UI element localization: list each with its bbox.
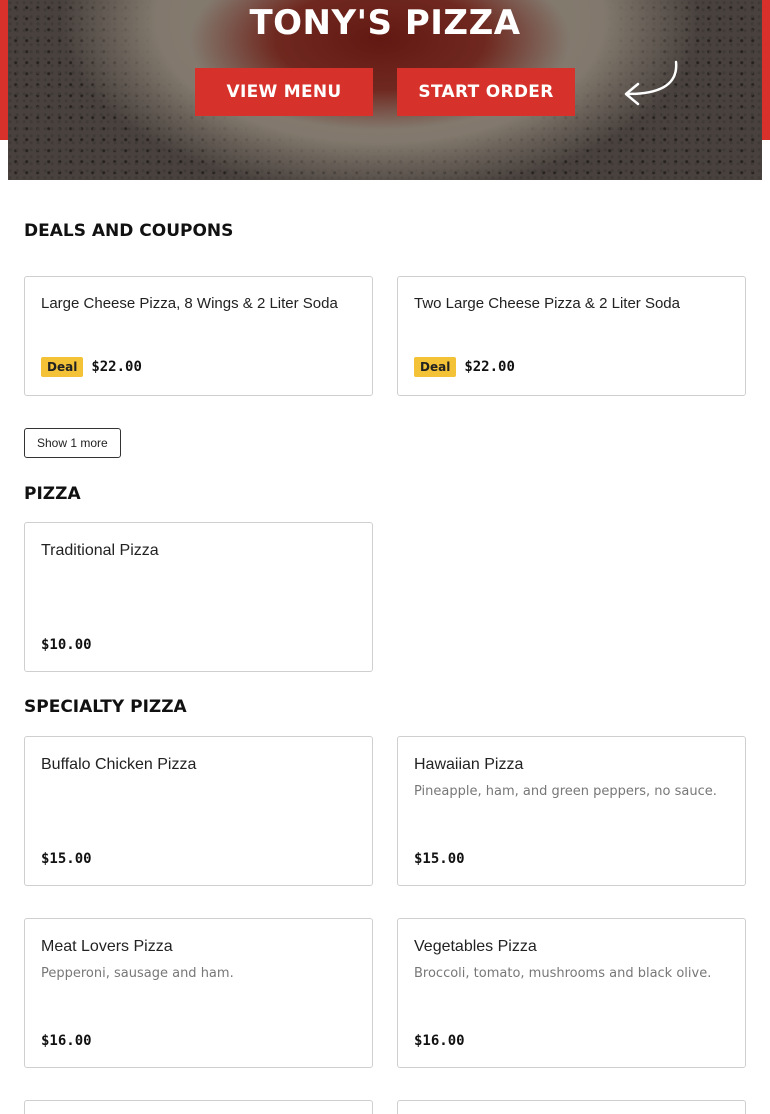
curved-arrow-icon [624,60,678,106]
menu-item-description: Broccoli, tomato, mushrooms and black ol… [414,966,712,981]
menu-item-card[interactable] [24,1100,373,1114]
menu-item-card[interactable]: Buffalo Chicken Pizza $15.00 [24,736,373,886]
view-menu-button[interactable]: VIEW MENU [195,68,373,116]
menu-item-name: Buffalo Chicken Pizza [41,756,197,773]
hero-accent-right [762,0,770,140]
start-order-button[interactable]: START ORDER [397,68,575,116]
menu-item-card[interactable]: Meat Lovers Pizza Pepperoni, sausage and… [24,918,373,1068]
menu-item-name: Hawaiian Pizza [414,756,524,773]
deal-name: Large Cheese Pizza, 8 Wings & 2 Liter So… [41,295,338,312]
menu-item-price: $10.00 [41,637,92,653]
hero-accent-left [0,0,8,140]
restaurant-title: TONY'S PIZZA [249,3,521,43]
menu-item-price: $15.00 [414,851,465,867]
deal-badge: Deal [41,357,84,377]
menu-item-card[interactable]: Vegetables Pizza Broccoli, tomato, mushr… [397,918,746,1068]
menu-item-name: Traditional Pizza [41,542,159,559]
menu-item-card[interactable] [397,1100,746,1114]
menu-item-card[interactable]: Hawaiian Pizza Pineapple, ham, and green… [397,736,746,886]
menu-item-price: $16.00 [41,1033,92,1049]
menu-item-description: Pepperoni, sausage and ham. [41,966,234,981]
menu-item-name: Meat Lovers Pizza [41,938,173,955]
deal-card[interactable]: Large Cheese Pizza, 8 Wings & 2 Liter So… [24,276,373,396]
deal-price: $22.00 [91,359,142,375]
section-title-deals: DEALS AND COUPONS [24,221,234,241]
menu-item-price: $16.00 [414,1033,465,1049]
hero-banner: TONY'S PIZZA VIEW MENU START ORDER [8,0,762,180]
deal-price-row: Deal $22.00 [414,357,515,377]
deal-badge: Deal [414,357,457,377]
menu-item-price: $15.00 [41,851,92,867]
deal-card[interactable]: Two Large Cheese Pizza & 2 Liter Soda De… [397,276,746,396]
menu-item-card[interactable]: Traditional Pizza $10.00 [24,522,373,672]
section-title-pizza: PIZZA [24,484,81,504]
show-more-button[interactable]: Show 1 more [24,428,121,458]
deal-name: Two Large Cheese Pizza & 2 Liter Soda [414,295,680,312]
menu-item-name: Vegetables Pizza [414,938,537,955]
deal-price-row: Deal $22.00 [41,357,142,377]
deal-price: $22.00 [464,359,515,375]
section-title-specialty-pizza: SPECIALTY PIZZA [24,697,187,717]
menu-item-description: Pineapple, ham, and green peppers, no sa… [414,784,717,799]
